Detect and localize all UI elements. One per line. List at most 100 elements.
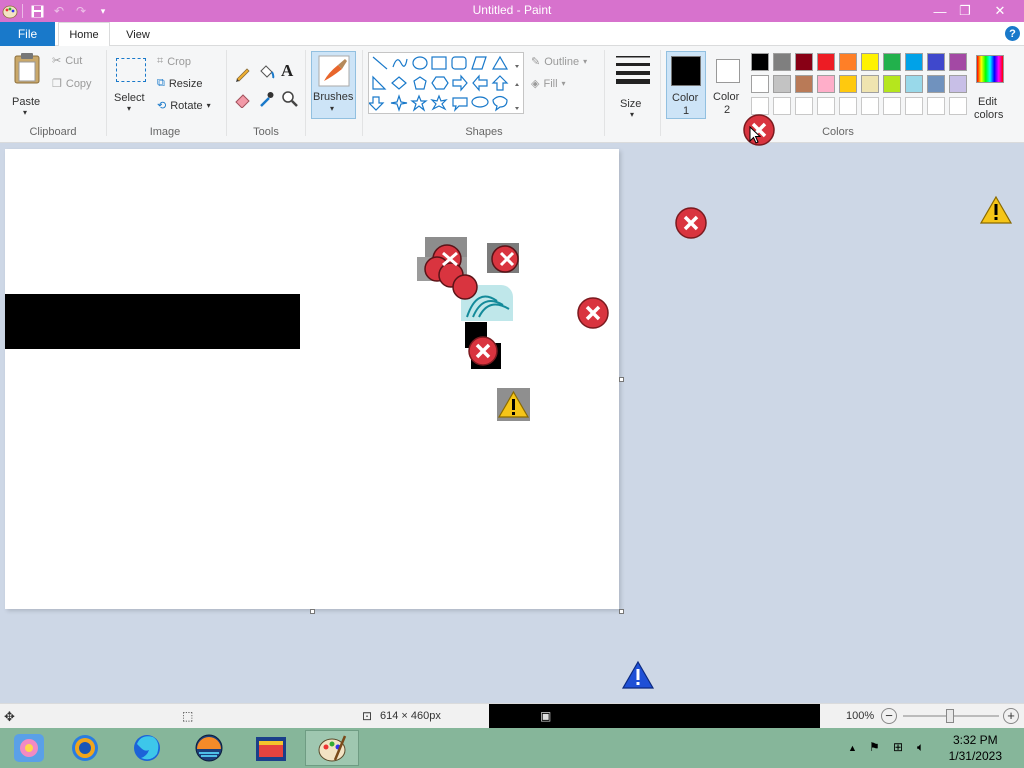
pencil-icon[interactable] [234,64,252,82]
palette-swatch-custom[interactable] [927,97,945,115]
palette-swatch-custom[interactable] [795,97,813,115]
paste-label: Paste [12,96,41,108]
tools-group-label: Tools [253,126,279,138]
palette-swatch-custom[interactable] [949,97,967,115]
resize-handle-right[interactable] [619,377,624,382]
eraser-icon[interactable] [234,90,252,109]
palette-swatch-custom[interactable] [861,97,879,115]
palette-swatch[interactable] [905,75,923,93]
palette-swatch[interactable] [883,53,901,71]
resize-handle-corner[interactable] [619,609,624,614]
drawing-canvas[interactable] [5,149,619,609]
palette-swatch-custom[interactable] [905,97,923,115]
cut-button[interactable]: ✂ Cut [52,54,82,68]
minimize-button[interactable]: — [927,0,953,22]
magnifier-icon[interactable] [281,90,299,108]
palette-swatch[interactable] [773,53,791,71]
outline-button[interactable]: ✎ Outline ▾ [531,55,587,69]
outline-label: Outline [544,55,580,68]
palette-swatch[interactable] [751,53,769,71]
zoom-in-button[interactable]: + [1003,708,1019,724]
shapes-gallery[interactable] [367,52,524,114]
group-separator [660,50,661,136]
palette-swatch[interactable] [773,75,791,93]
copy-icon: ❐ [52,78,62,90]
rotate-icon: ⟲ [157,100,167,112]
clipboard-icon [14,53,40,84]
taskbar-clock[interactable]: 3:32 PM 1/31/2023 [949,732,1002,764]
palette-swatch[interactable] [949,75,967,93]
zoom-out-button[interactable]: − [881,708,897,724]
taskbar-app-paint[interactable] [305,730,359,766]
tab-home[interactable]: Home [58,22,110,47]
taskbar-app-file-manager[interactable] [244,730,298,766]
colors-group-label: Colors [822,126,854,138]
restore-button[interactable]: ❐ [952,0,978,22]
zoom-slider-thumb[interactable] [946,709,954,723]
warning-icon [979,195,1013,225]
palette-swatch[interactable] [817,53,835,71]
taskbar-app-photos[interactable] [2,730,56,766]
palette-swatch[interactable] [927,53,945,71]
paste-dropdown-icon: ▾ [23,108,28,117]
copy-button[interactable]: ❐ Copy [52,77,92,91]
fill-button[interactable]: ◈ Fill ▾ [531,77,566,91]
palette-swatch[interactable] [949,53,967,71]
palette-swatch-custom[interactable] [817,97,835,115]
action-center-flag-icon[interactable]: ⚑ [869,740,880,754]
clipboard-group-label: Clipboard [29,126,77,138]
rotate-label: Rotate [170,99,203,112]
canvas-size-text: 614 × 460px [380,710,441,722]
edit-colors-label-2: colors [974,109,1004,121]
palette-swatch[interactable] [883,75,901,93]
palette-swatch-custom[interactable] [839,97,857,115]
taskbar-app-sunrise[interactable] [182,730,236,766]
resize-handle-bottom[interactable] [310,609,315,614]
palette-swatch[interactable] [905,53,923,71]
clock-time: 3:32 PM [952,733,998,747]
palette-swatch[interactable] [861,53,879,71]
palette-swatch[interactable] [795,75,813,93]
brushes-label: Brushes [313,91,354,103]
file-size-icon: ▣ [540,709,552,723]
palette-swatch[interactable] [839,75,857,93]
canvas-workspace[interactable] [0,143,1024,703]
taskbar-app-chrome[interactable] [58,730,112,766]
palette-swatch[interactable] [927,75,945,93]
fill-bucket-icon[interactable] [257,63,275,81]
palette-swatch[interactable] [839,53,857,71]
show-hidden-icons[interactable]: ▲ [848,743,857,753]
text-tool-icon[interactable]: A [281,61,293,81]
select-dropdown-icon: ▾ [127,104,132,113]
group-separator [362,50,363,136]
network-icon[interactable]: ⊞ [893,740,903,754]
help-icon[interactable]: ? [1005,26,1020,41]
line-size-icon [616,56,650,84]
palette-swatch[interactable] [795,53,813,71]
taskbar-app-firefox[interactable] [120,730,174,766]
tab-view[interactable]: View [116,22,160,47]
edit-colors-button[interactable]: Edit colors [972,52,1008,121]
size-button[interactable]: Size ▾ [612,52,654,120]
color1-button[interactable]: Color 1 [666,51,706,119]
paste-button[interactable]: Paste ▾ [8,52,46,117]
shapes-gallery-icons [367,55,519,112]
palette-swatch-custom[interactable] [883,97,901,115]
select-button[interactable]: Select ▾ [112,54,152,118]
brushes-button[interactable]: Brushes ▾ [311,51,356,119]
palette-swatch[interactable] [817,75,835,93]
volume-icon[interactable]: 🔈︎ [917,740,924,755]
crop-icon: ⌗ [157,55,164,67]
rotate-button[interactable]: ⟲ Rotate ▾ [157,99,211,113]
color-picker-icon[interactable] [257,90,275,108]
palette-swatch[interactable] [751,75,769,93]
color2-swatch [716,59,740,83]
color2-number: 2 [724,104,731,116]
crop-button[interactable]: ⌗ Crop [157,55,191,68]
resize-button[interactable]: ⧉ Resize [157,77,202,90]
palette-swatch[interactable] [861,75,879,93]
color2-button[interactable]: Color 2 [710,51,746,119]
close-button[interactable]: ✕ [984,0,1016,22]
size-dropdown-icon: ▾ [630,110,635,119]
tab-file[interactable]: File [0,22,55,46]
